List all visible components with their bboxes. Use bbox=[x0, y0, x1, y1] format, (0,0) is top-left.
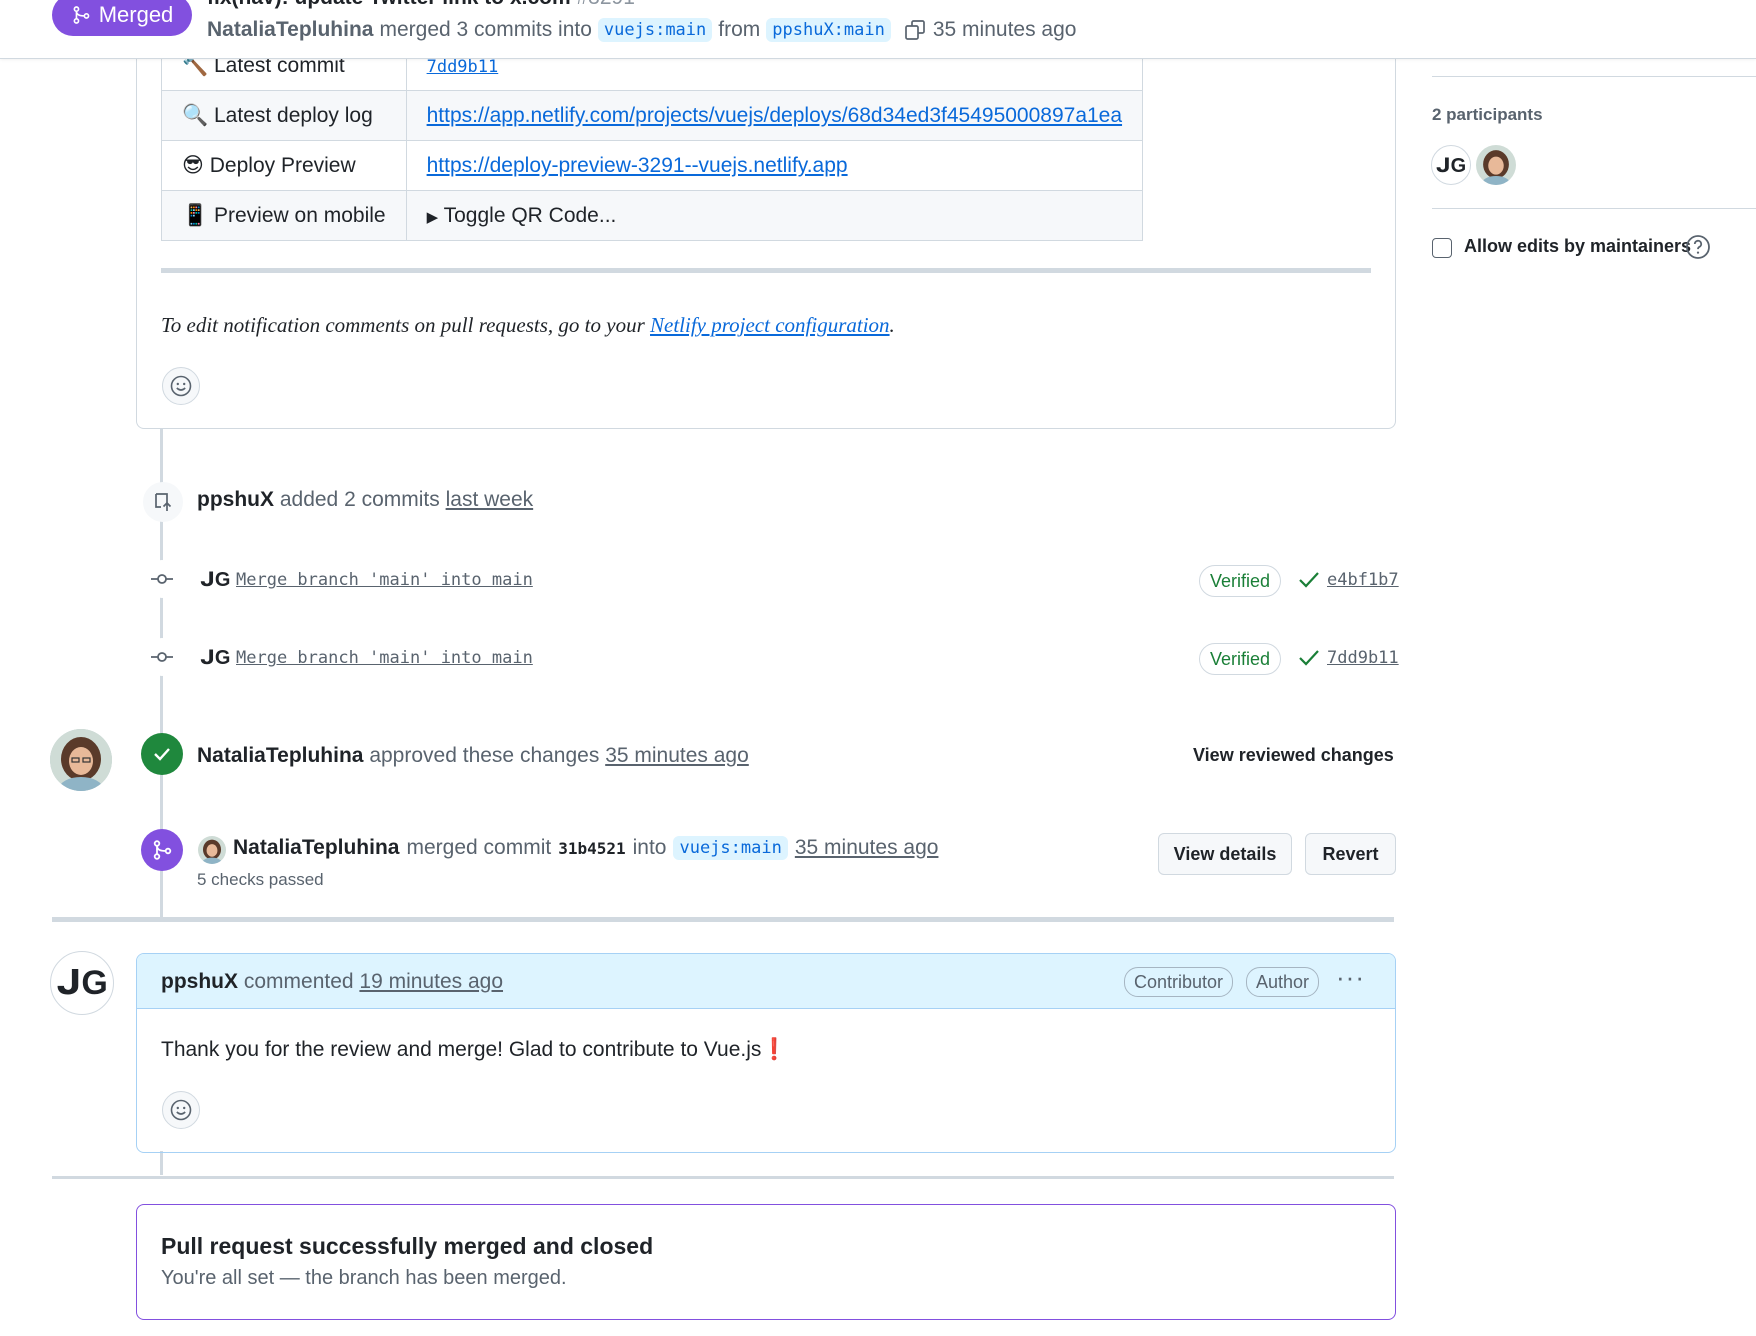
merge-status-box: Pull request successfully merged and clo… bbox=[136, 1204, 1396, 1320]
kebab-menu-icon[interactable]: ··· bbox=[1336, 962, 1365, 993]
row-label: Latest deploy log bbox=[214, 103, 373, 127]
participant-avatar-ppshux[interactable]: ᒍG bbox=[1431, 145, 1471, 185]
comment-box: ppshuX commented 19 minutes ago Contribu… bbox=[136, 953, 1396, 1153]
mobile-phone-icon: 📱 bbox=[182, 203, 209, 227]
ppshux-avatar[interactable]: ᒍG bbox=[50, 951, 114, 1015]
commit-sha-link[interactable]: 7dd9b11 bbox=[1327, 648, 1399, 668]
event-time-link[interactable]: 35 minutes ago bbox=[605, 744, 749, 767]
comment-body: Thank you for the review and merge! Glad… bbox=[161, 1038, 788, 1061]
nataliatepluhina-avatar[interactable] bbox=[50, 729, 112, 791]
smiley-icon bbox=[170, 375, 192, 397]
allow-edits-checkbox[interactable] bbox=[1432, 238, 1452, 258]
sidebar-divider bbox=[1432, 76, 1756, 77]
qr-toggle[interactable]: ▶ Toggle QR Code... bbox=[405, 190, 1144, 241]
head-branch-label[interactable]: ppshuX:main bbox=[766, 18, 891, 42]
check-icon bbox=[1299, 572, 1319, 588]
avatar-photo bbox=[198, 836, 226, 864]
comment-header: ppshuX commented 19 minutes ago Contribu… bbox=[137, 954, 1395, 1009]
event-time-link[interactable]: 35 minutes ago bbox=[795, 836, 939, 860]
base-branch-label[interactable]: vuejs:main bbox=[673, 836, 788, 860]
comment-time-link[interactable]: 19 minutes ago bbox=[359, 970, 503, 993]
comment-author-link[interactable]: ppshuX bbox=[161, 970, 238, 993]
revert-button[interactable]: Revert bbox=[1305, 833, 1396, 875]
merge-status-subtitle: You're all set — the branch has been mer… bbox=[161, 1267, 567, 1289]
author-label: Author bbox=[1246, 967, 1320, 997]
sticky-pr-header: Merged fix(nav): update Twitter link to … bbox=[0, 0, 1756, 59]
event-time-link[interactable]: last week bbox=[446, 488, 534, 511]
commit-icon bbox=[143, 560, 181, 598]
table-row: 📱 Preview on mobile ▶ Toggle QR Code... bbox=[161, 190, 1144, 241]
row-label: Deploy Preview bbox=[209, 154, 356, 177]
approved-check-icon bbox=[141, 733, 183, 775]
netlify-note: To edit notification comments on pull re… bbox=[161, 313, 895, 337]
deploy-preview-link[interactable]: https://deploy-preview-3291--vuejs.netli… bbox=[427, 154, 848, 177]
magnifier-icon: 🔍 bbox=[182, 103, 209, 127]
merged-state-badge: Merged bbox=[52, 0, 192, 36]
add-reaction-button[interactable] bbox=[162, 367, 200, 405]
avatar-photo bbox=[50, 729, 112, 791]
commit-icon bbox=[143, 638, 181, 676]
commits-added-event: ppshuX added 2 commits last week bbox=[197, 488, 534, 511]
commit-sha-link[interactable]: e4bf1b7 bbox=[1327, 570, 1399, 590]
divider bbox=[161, 268, 1371, 273]
actor-link[interactable]: NataliaTepluhina bbox=[233, 836, 399, 860]
check-icon bbox=[1299, 650, 1319, 666]
copy-icon[interactable] bbox=[903, 18, 927, 42]
table-row: 🔍 Latest deploy log https://app.netlify.… bbox=[161, 90, 1144, 141]
triangle-right-icon: ▶ bbox=[426, 208, 439, 226]
timeline-line bbox=[160, 1151, 163, 1175]
deploy-status-table: 🔨 Latest commit 7dd9b11 🔍 Latest deploy … bbox=[161, 40, 1144, 241]
add-reaction-button[interactable] bbox=[162, 1091, 200, 1129]
table-row: 😎 Deploy Preview https://deploy-preview-… bbox=[161, 140, 1144, 191]
row-label: Preview on mobile bbox=[214, 203, 386, 227]
participants-heading: 2 participants bbox=[1432, 105, 1543, 124]
pr-meta: NataliaTepluhina merged 3 commits into v… bbox=[207, 18, 1077, 42]
base-branch-label[interactable]: vuejs:main bbox=[597, 18, 713, 42]
merge-status-title: Pull request successfully merged and clo… bbox=[161, 1233, 654, 1259]
participant-avatar-nataliatepluhina[interactable] bbox=[1476, 145, 1516, 185]
merge-time: 35 minutes ago bbox=[932, 18, 1077, 41]
ppshux-avatar-small[interactable]: ᒍG bbox=[200, 567, 230, 592]
nataliatepluhina-avatar-small[interactable] bbox=[198, 836, 226, 864]
git-merge-icon bbox=[73, 6, 90, 24]
view-details-button[interactable]: View details bbox=[1158, 833, 1292, 875]
actor-link[interactable]: ppshuX bbox=[197, 488, 274, 511]
timeline-divider bbox=[52, 917, 1394, 922]
netlify-config-link[interactable]: Netlify project configuration bbox=[650, 313, 890, 337]
timeline-divider bbox=[52, 1176, 1394, 1179]
view-reviewed-changes-link[interactable]: View reviewed changes bbox=[1193, 745, 1394, 766]
review-approved-event: NataliaTepluhina approved these changes … bbox=[197, 744, 749, 767]
merge-sha-link[interactable]: 31b4521 bbox=[558, 839, 625, 858]
repo-push-icon bbox=[143, 482, 183, 522]
deploy-log-link[interactable]: https://app.netlify.com/projects/vuejs/d… bbox=[427, 104, 1122, 127]
avatar-photo bbox=[1476, 145, 1516, 185]
ppshux-avatar-small[interactable]: ᒍG bbox=[200, 645, 230, 670]
allow-edits-label: Allow edits by maintainers bbox=[1464, 236, 1692, 256]
sidebar-divider bbox=[1432, 208, 1756, 209]
sunglasses-face-icon: 😎 bbox=[182, 154, 204, 177]
commit-message-link[interactable]: Merge branch 'main' into main bbox=[236, 648, 533, 668]
pr-title: fix(nav): update Twitter link to x.com #… bbox=[207, 0, 635, 10]
verified-badge[interactable]: Verified bbox=[1199, 643, 1282, 675]
checks-status[interactable]: 5 checks passed bbox=[197, 870, 324, 890]
latest-commit-link[interactable]: 7dd9b11 bbox=[427, 57, 499, 77]
actor-link[interactable]: NataliaTepluhina bbox=[197, 744, 363, 767]
qr-toggle-label: Toggle QR Code... bbox=[443, 203, 617, 227]
question-icon[interactable] bbox=[1685, 234, 1711, 260]
merged-event: NataliaTepluhina merged commit 31b4521 i… bbox=[233, 836, 939, 860]
author-link[interactable]: NataliaTepluhina bbox=[207, 18, 373, 42]
smiley-icon bbox=[170, 1099, 192, 1121]
commit-message-link[interactable]: Merge branch 'main' into main bbox=[236, 570, 533, 590]
contributor-label: Contributor bbox=[1124, 967, 1234, 997]
verified-badge[interactable]: Verified bbox=[1199, 565, 1282, 597]
git-merge-icon bbox=[141, 829, 183, 871]
